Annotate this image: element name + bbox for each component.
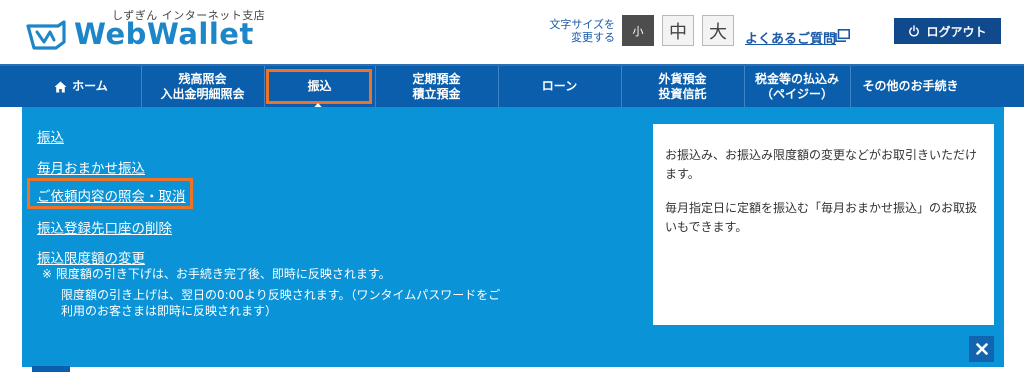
info-paragraph-1: お振込み、お振込み限度額の変更などがお取引きいただけ ます。 bbox=[665, 146, 982, 184]
nav-item-other-procedures[interactable]: その他のお手続き bbox=[850, 66, 970, 107]
nav-item-tax-payment[interactable]: 税金等の払込み （ペイジー） bbox=[744, 66, 849, 107]
nav-item-label-line1: 外貨預金 bbox=[658, 71, 707, 86]
logo-name: WebWallet bbox=[74, 17, 254, 51]
nav-item-time-deposit[interactable]: 定期預金 積立預金 bbox=[375, 66, 497, 107]
font-size-label: 文字サイズを 変更する bbox=[545, 18, 615, 44]
font-size-large-button[interactable]: 大 bbox=[702, 15, 734, 46]
nav-item-label-line1: 残高照会 bbox=[178, 71, 227, 86]
nav-item-label-line2: 投資信託 bbox=[658, 86, 707, 101]
info-paragraph-2: 毎月指定日に定額を振込む「毎月おまかせ振込」のお取扱 いもできます。 bbox=[665, 199, 982, 237]
nav-item-transfer[interactable]: 振込 bbox=[264, 66, 374, 107]
limit-note-2: 限度額の引き上げは、翌日の0:00より反映されます。（ワンタイムパスワードをご bbox=[61, 288, 501, 302]
menu-link-transfer[interactable]: 振込 bbox=[37, 126, 64, 146]
font-size-label-line2: 変更する bbox=[571, 31, 615, 44]
info-p1-line1: お振込み、お振込み限度額の変更などがお取引きいただけ bbox=[665, 148, 978, 162]
nav-item-label-line1: 定期預金 bbox=[412, 71, 461, 86]
nav-item-transfer-label: 振込 bbox=[307, 79, 332, 93]
nav-item-home[interactable]: ホーム bbox=[22, 66, 140, 107]
nav-item-loan-label: ローン bbox=[541, 79, 578, 93]
power-icon bbox=[909, 25, 920, 37]
font-size-small-button[interactable]: 小 bbox=[622, 15, 654, 46]
font-size-medium-button[interactable]: 中 bbox=[662, 15, 694, 46]
nav-item-loan[interactable]: ローン bbox=[498, 66, 620, 107]
info-box: お振込み、お振込み限度額の変更などがお取引きいただけ ます。 毎月指定日に定額を… bbox=[653, 124, 994, 325]
wallet-logo-icon bbox=[26, 20, 66, 50]
limit-note-3: 利用のお客さまは即時に反映されます） bbox=[61, 304, 278, 318]
menu-link-delete-registered-account[interactable]: 振込登録先口座の削除 bbox=[37, 217, 172, 237]
home-icon bbox=[54, 81, 67, 92]
transfer-menu-panel: 振込 毎月おまかせ振込 ご依頼内容の照会・取消 振込登録先口座の削除 振込限度額… bbox=[22, 107, 1004, 367]
menu-link-request-inquiry-cancel[interactable]: ご依頼内容の照会・取消 bbox=[37, 185, 186, 205]
nav-item-foreign-deposit[interactable]: 外貨預金 投資信託 bbox=[621, 66, 743, 107]
nav-item-other-label: その他のお手続き bbox=[862, 79, 959, 93]
faq-link[interactable]: よくあるご質問 bbox=[745, 28, 836, 47]
info-p1-line2: ます。 bbox=[665, 167, 700, 181]
nav-item-balance-inquiry[interactable]: 残高照会 入出金明細照会 bbox=[141, 66, 263, 107]
logout-button[interactable]: ログアウト bbox=[894, 18, 1001, 44]
nav-item-label-line2: 入出金明細照会 bbox=[160, 86, 245, 101]
nav-item-label-line2: 積立預金 bbox=[412, 86, 461, 101]
global-nav: ホーム 残高照会 入出金明細照会 振込 定期預金 積立預金 ローン 外貨預金 投… bbox=[0, 64, 1024, 107]
info-p2-line1: 毎月指定日に定額を振込む「毎月おまかせ振込」のお取扱 bbox=[665, 201, 978, 215]
menu-link-monthly-auto-transfer[interactable]: 毎月おまかせ振込 bbox=[37, 157, 145, 177]
nav-item-label-line2: （ペイジー） bbox=[760, 86, 833, 101]
nav-item-home-label: ホーム bbox=[72, 79, 108, 93]
font-size-label-line1: 文字サイズを bbox=[549, 18, 615, 31]
close-icon bbox=[975, 343, 988, 355]
external-window-icon[interactable] bbox=[835, 29, 850, 42]
info-p2-line2: いもできます。 bbox=[665, 220, 748, 234]
nav-item-label-line1: 税金等の払込み bbox=[754, 71, 839, 86]
limit-note-1: ※ 限度額の引き下げは、お手続き完了後、即時に反映されます。 bbox=[42, 267, 391, 281]
header: しずぎん インターネット支店 WebWallet 文字サイズを 変更する 小 中… bbox=[0, 0, 1024, 64]
close-button[interactable] bbox=[969, 336, 994, 362]
bottom-content-edge bbox=[32, 366, 70, 372]
logout-label: ログアウト bbox=[926, 24, 987, 39]
menu-link-change-limit[interactable]: 振込限度額の変更 bbox=[37, 247, 145, 267]
